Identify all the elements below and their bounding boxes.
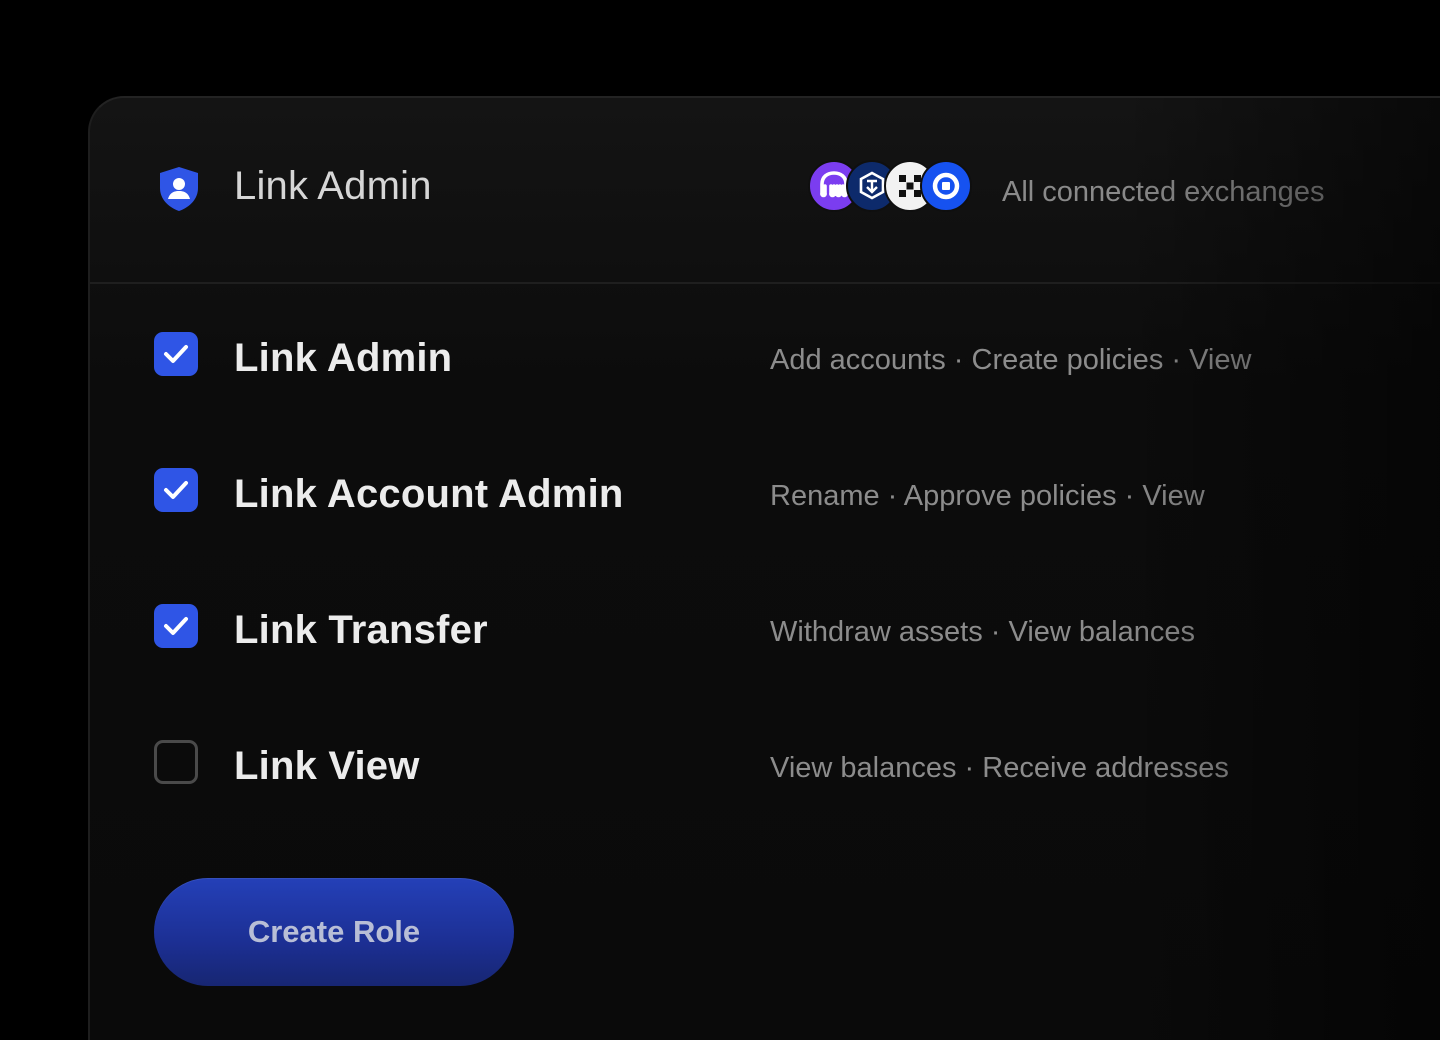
coinbase-logo-icon [920, 160, 972, 212]
role-description: Add accounts · Create policies · View [770, 344, 1252, 376]
page: Link Admin All connected exchanges Link … [0, 0, 1440, 1040]
role-row-link-account-admin[interactable]: Link Account Admin Rename · Approve poli… [90, 420, 1440, 520]
role-description: Withdraw assets · View balances [770, 616, 1195, 648]
header-scope-text: All connected exchanges [1002, 176, 1325, 208]
header-title: Link Admin [234, 164, 432, 208]
checkmark-icon [164, 617, 188, 635]
create-role-button[interactable]: Create Role [154, 878, 514, 986]
checkmark-icon [164, 481, 188, 499]
exchange-logos [808, 160, 973, 214]
role-row-link-admin[interactable]: Link Admin Add accounts · Create policie… [90, 284, 1440, 384]
panel-header: Link Admin All connected exchanges [90, 98, 1440, 284]
role-checkbox[interactable] [154, 604, 198, 648]
role-description: Rename · Approve policies · View [770, 480, 1205, 512]
role-row-link-view[interactable]: Link View View balances · Receive addres… [90, 692, 1440, 792]
role-panel: Link Admin All connected exchanges Link … [88, 96, 1440, 1040]
role-label: Link Account Admin [234, 472, 624, 516]
role-description: View balances · Receive addresses [770, 752, 1229, 784]
role-label: Link View [234, 744, 420, 788]
role-row-link-transfer[interactable]: Link Transfer Withdraw assets · View bal… [90, 556, 1440, 656]
role-label: Link Transfer [234, 608, 488, 652]
role-checkbox[interactable] [154, 468, 198, 512]
role-checkbox[interactable] [154, 740, 198, 784]
shield-user-icon [160, 167, 198, 211]
role-label: Link Admin [234, 336, 453, 380]
checkmark-icon [164, 345, 188, 363]
role-checkbox[interactable] [154, 332, 198, 376]
